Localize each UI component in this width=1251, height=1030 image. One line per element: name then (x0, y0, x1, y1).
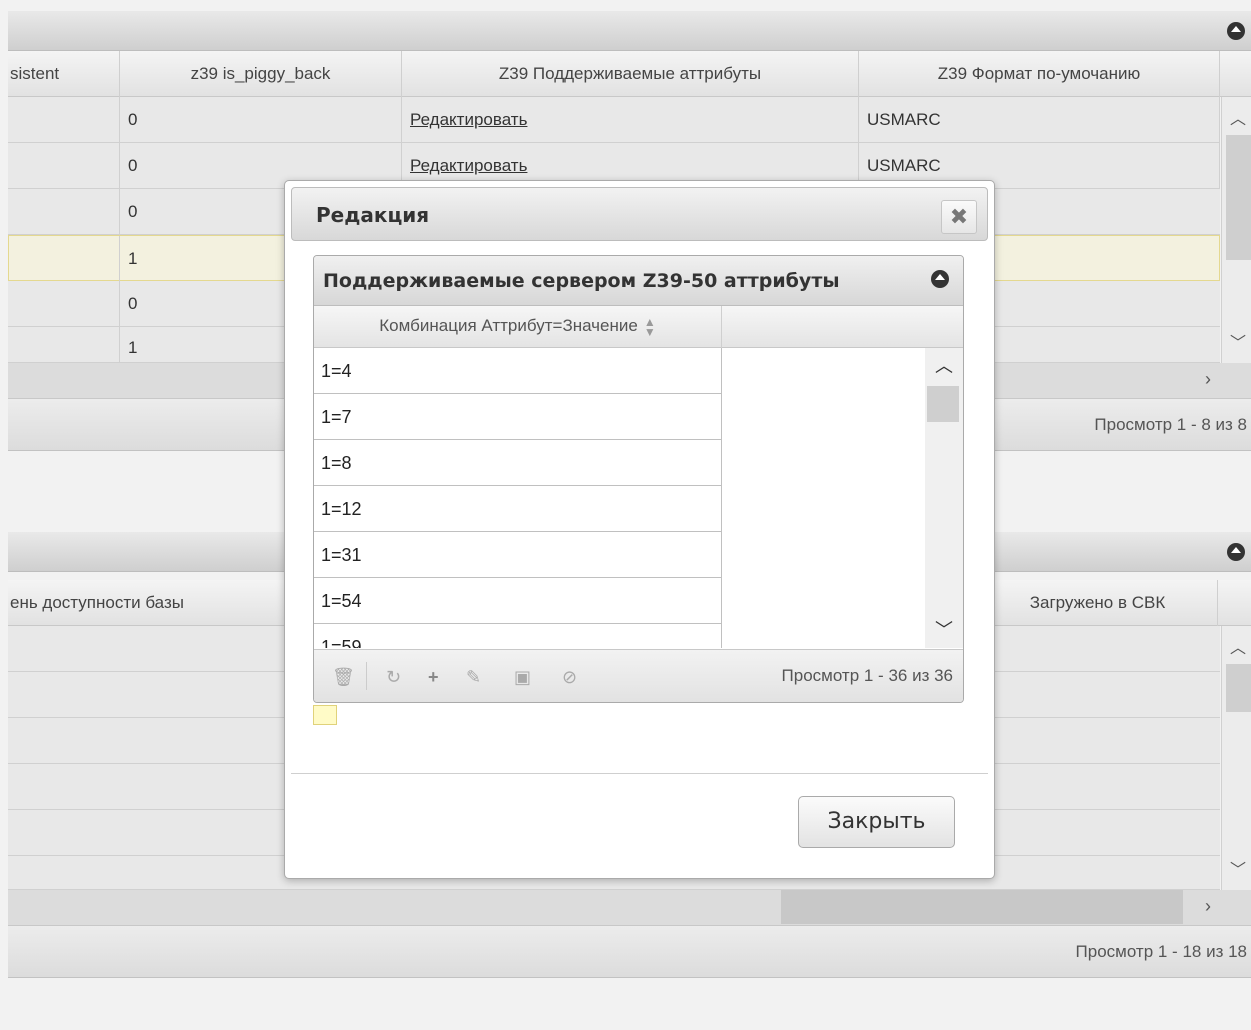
chevron-down-icon[interactable]: ﹀ (1230, 856, 1246, 880)
subgrid-vertical-scrollbar[interactable]: ︿ ﹀ (925, 348, 963, 648)
table-cell (8, 281, 120, 326)
add-icon[interactable]: + (428, 667, 439, 688)
list-item[interactable]: 1=7 (314, 394, 722, 440)
table-cell (8, 97, 120, 142)
list-item[interactable]: 1=12 (314, 486, 722, 532)
collapse-icon[interactable] (1227, 22, 1245, 40)
table-cell: USMARC (859, 97, 1220, 142)
column-header-default-format[interactable]: Z39 Формат по-умочанию (859, 51, 1220, 97)
list-item[interactable]: 1=8 (314, 440, 722, 486)
edit-attributes-link[interactable]: Редактировать (410, 110, 527, 129)
grid2-vertical-scrollbar[interactable]: ︿ ﹀ (1221, 626, 1251, 890)
subgrid-rows: 1=4 1=7 1=8 1=12 1=31 1=54 1=59 (314, 348, 722, 648)
chevron-up-icon[interactable]: ︿ (1230, 634, 1246, 658)
grid2-horizontal-scrollbar[interactable]: › (8, 890, 1251, 926)
edit-attributes-link[interactable]: Редактировать (410, 156, 527, 175)
close-icon[interactable]: ✖ (941, 200, 977, 234)
table-cell (8, 143, 120, 188)
scroll-thumb[interactable] (1226, 664, 1251, 712)
table-cell (8, 189, 120, 234)
grid1-header-row: sistent z39 is_piggy_back Z39 Поддержива… (8, 51, 1251, 97)
save-icon[interactable]: ▣ (514, 667, 531, 688)
chevron-up-icon[interactable]: ︿ (935, 352, 953, 378)
grid1-caption-bar (8, 11, 1251, 51)
list-item[interactable]: 1=59 (314, 624, 722, 648)
subgrid-pager-text: Просмотр 1 - 36 из 36 (781, 666, 953, 685)
chevron-down-icon[interactable]: ﹀ (935, 616, 953, 642)
grid2-pager: Просмотр 1 - 18 из 18 (8, 926, 1251, 978)
table-cell (8, 236, 120, 281)
dialog-divider (291, 773, 988, 774)
table-row[interactable]: 0 Редактировать USMARC (8, 97, 1220, 143)
trash-icon[interactable]: 🗑 (332, 667, 355, 688)
table-cell (8, 327, 120, 363)
chevron-down-icon[interactable]: ﹀ (1230, 329, 1246, 353)
scroll-thumb[interactable] (781, 890, 1183, 924)
sort-icon[interactable]: ▲ ▼ (644, 316, 656, 338)
edit-dialog: Редакция ✖ Поддерживаемые сервером Z39-5… (284, 180, 995, 879)
chevron-up-icon[interactable]: ︿ (1230, 105, 1246, 129)
toolbar-divider (366, 662, 367, 690)
column-header-availability[interactable]: ень доступности базы (8, 580, 288, 626)
collapse-icon[interactable] (931, 270, 949, 288)
list-item[interactable]: 1=4 (314, 348, 722, 394)
column-header-combination[interactable]: Комбинация Аттрибут=Значение ▲ ▼ (314, 306, 722, 348)
cancel-icon[interactable]: ⊘ (562, 667, 577, 688)
column-header-persistent[interactable]: sistent (8, 51, 120, 97)
grid1-pager-text: Просмотр 1 - 8 из 8 (1094, 415, 1247, 434)
chevron-right-icon[interactable]: › (1205, 896, 1211, 917)
column-header-piggy-back[interactable]: z39 is_piggy_back (120, 51, 402, 97)
collapse-icon[interactable] (1227, 543, 1245, 561)
refresh-icon[interactable]: ↻ (386, 667, 401, 688)
close-button[interactable]: Закрыть (798, 796, 955, 848)
dialog-titlebar[interactable]: Редакция ✖ (291, 187, 988, 241)
scroll-thumb[interactable] (1226, 135, 1251, 260)
subgrid-caption: Поддерживаемые сервером Z39-50 аттрибуты (323, 270, 840, 292)
grid1-vertical-scrollbar[interactable]: ︿ ﹀ (1221, 97, 1251, 363)
column-header-loaded-svk[interactable]: Загружено в СВК (978, 580, 1218, 626)
chevron-right-icon[interactable]: › (1205, 369, 1211, 390)
status-indicator (313, 705, 337, 725)
scroll-thumb[interactable] (927, 386, 959, 422)
list-item[interactable]: 1=31 (314, 532, 722, 578)
column-header-label: Комбинация Аттрибут=Значение (379, 316, 638, 335)
edit-icon[interactable]: ✎ (466, 667, 481, 688)
grid2-pager-text: Просмотр 1 - 18 из 18 (1075, 942, 1247, 961)
dialog-title: Редакция (316, 203, 430, 227)
subgrid-toolbar: 🗑 ↻ + ✎ ▣ ⊘ Просмотр 1 - 36 из 36 (314, 649, 963, 702)
subgrid-caption-bar: Поддерживаемые сервером Z39-50 аттрибуты (314, 256, 963, 306)
column-header-supported-attributes[interactable]: Z39 Поддерживаемые аттрибуты (402, 51, 859, 97)
list-item[interactable]: 1=54 (314, 578, 722, 624)
table-cell: 0 (120, 97, 402, 142)
subgrid-header-row: Комбинация Аттрибут=Значение ▲ ▼ (314, 306, 963, 348)
table-cell: Редактировать (402, 97, 859, 142)
attributes-subgrid: Поддерживаемые сервером Z39-50 аттрибуты… (313, 255, 964, 703)
